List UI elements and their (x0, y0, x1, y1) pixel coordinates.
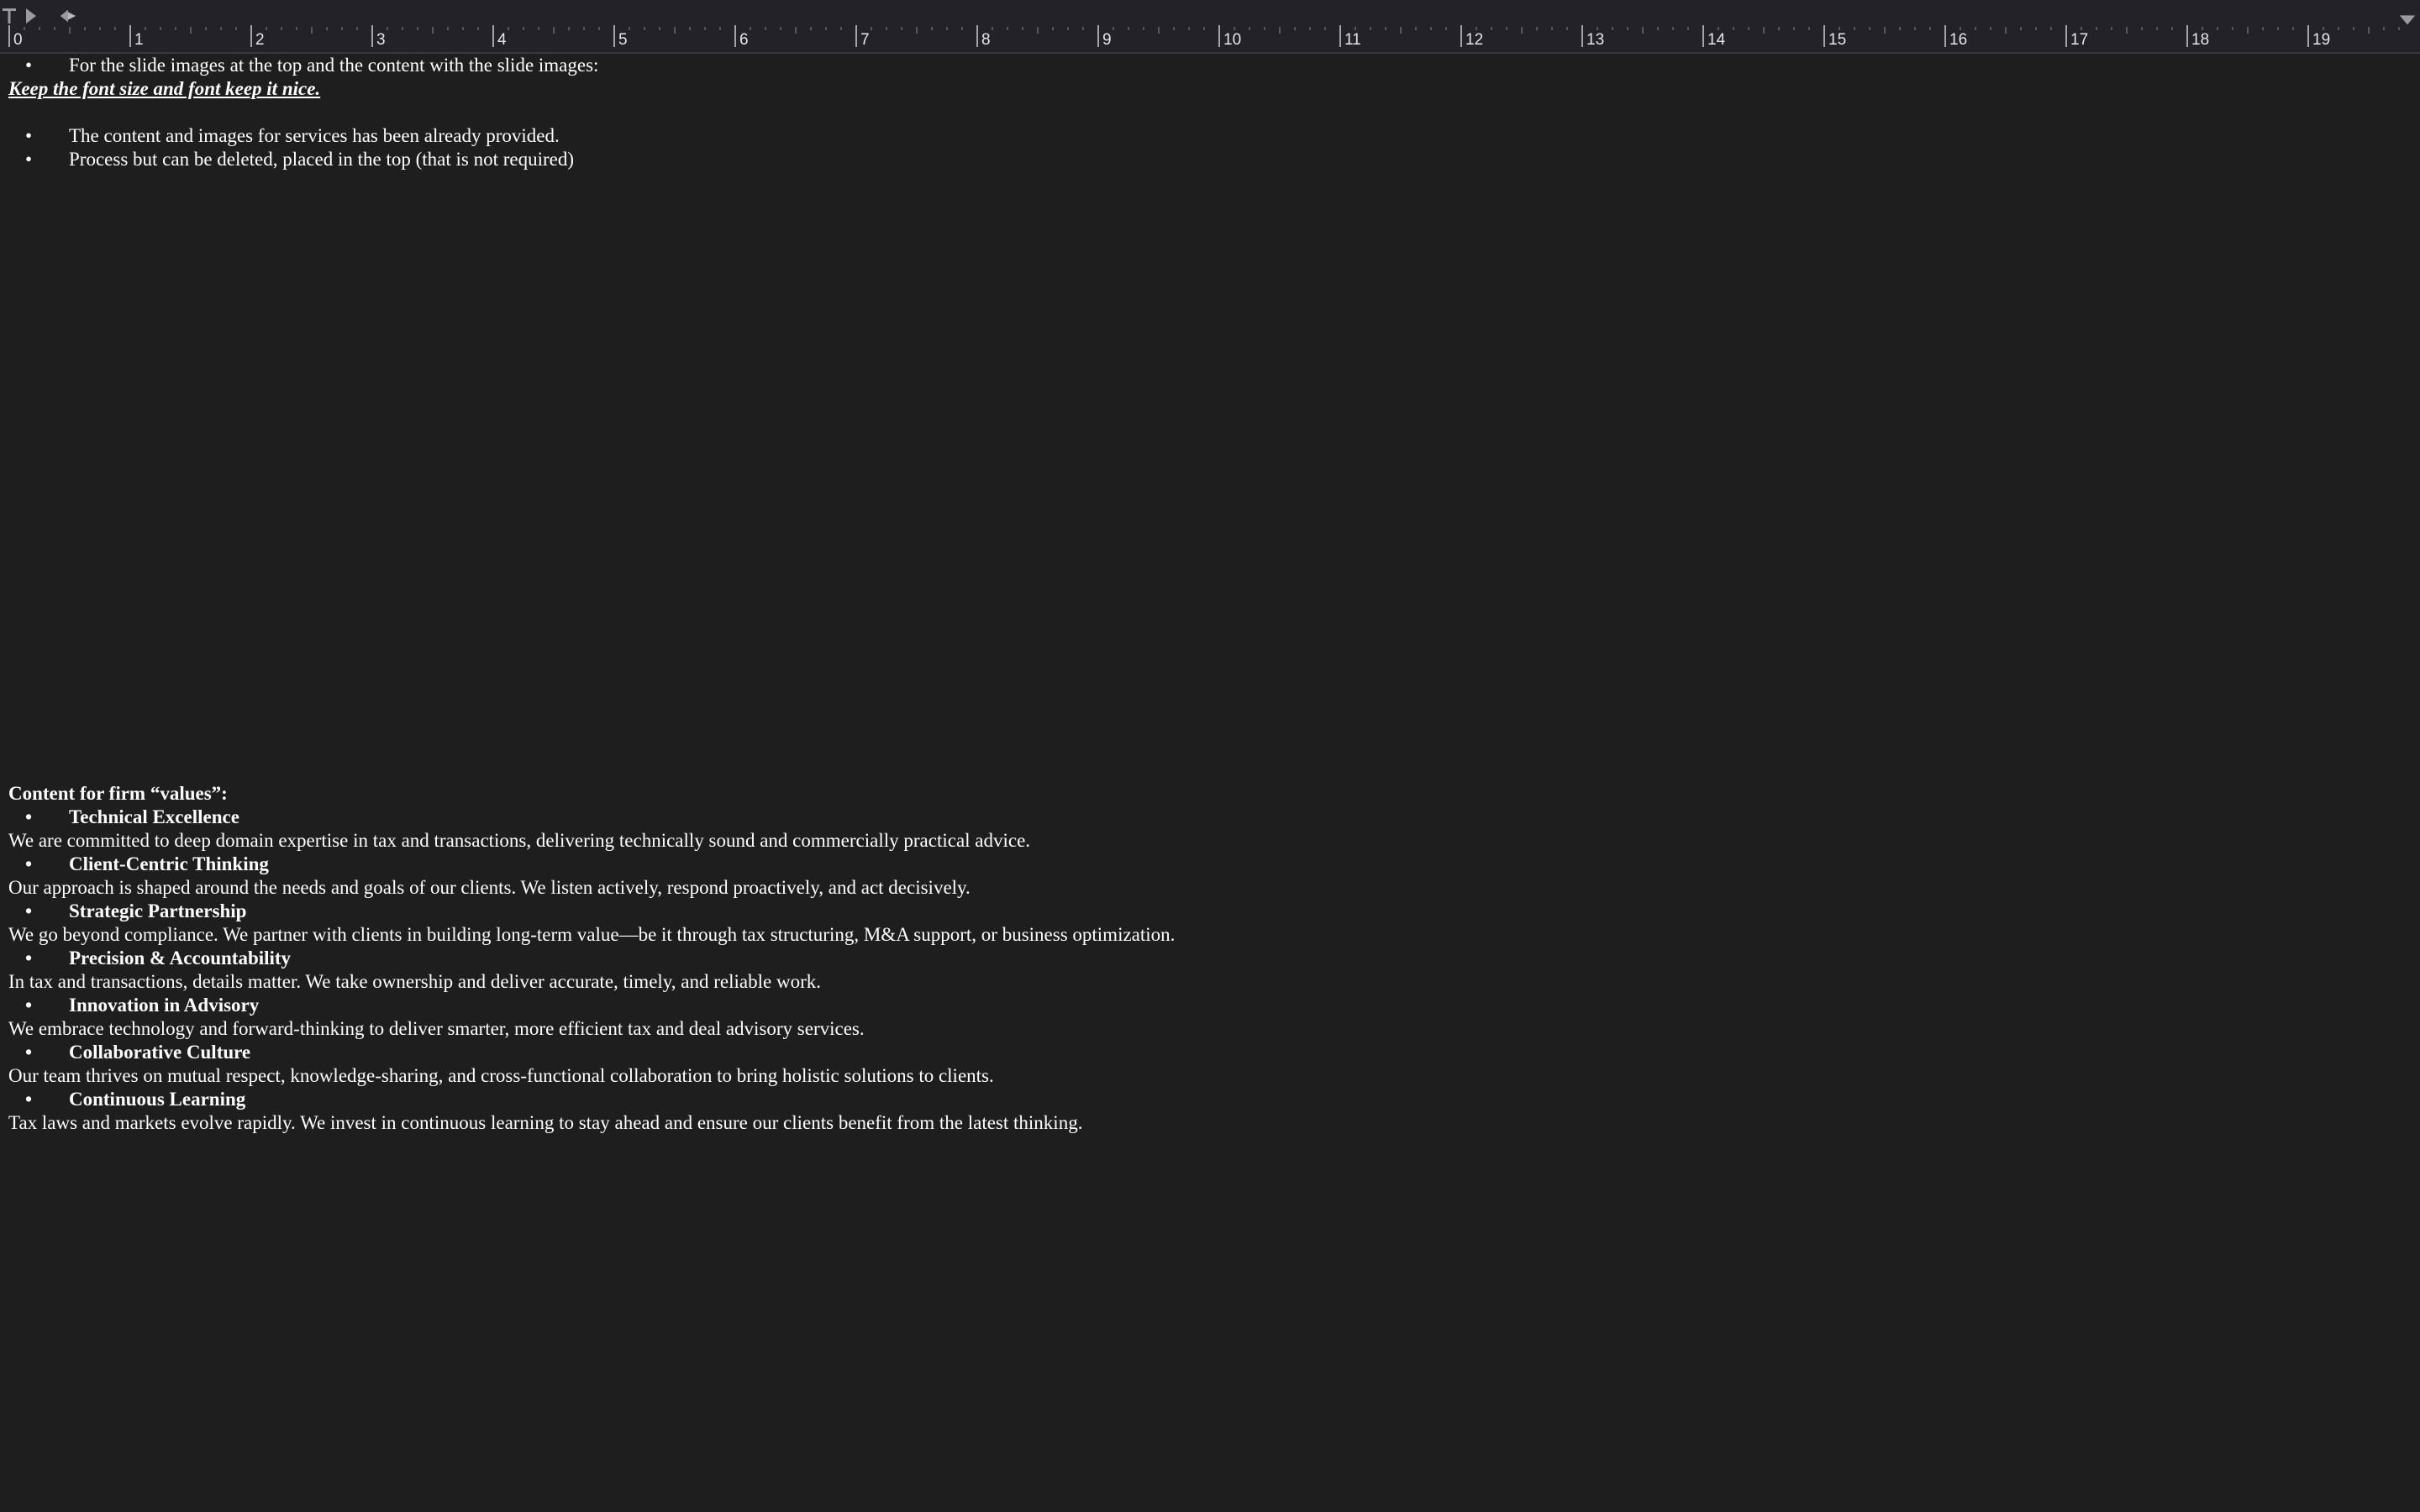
instruction-text: Process but can be deleted, placed in th… (69, 149, 574, 170)
instruction-text: For the slide images at the top and the … (69, 55, 599, 76)
ruler-number: 7 (860, 31, 870, 49)
value-title-text: Strategic Partnership (69, 900, 247, 921)
ruler-number: 13 (1586, 31, 1605, 49)
ruler-number: 19 (2312, 31, 2331, 49)
ruler-number: 3 (376, 31, 386, 49)
ruler-number: 11 (1344, 31, 1361, 49)
bullet: • (25, 1089, 33, 1110)
value-title-text: Continuous Learning (69, 1089, 246, 1110)
bullet: • (25, 149, 33, 170)
ruler-number: 9 (1102, 31, 1112, 49)
ruler-number: 8 (981, 31, 991, 49)
ruler-number: 6 (739, 31, 749, 49)
bullet: • (25, 806, 33, 827)
instruction-note: Keep the font size and font keep it nice… (8, 78, 321, 99)
value-description: We are committed to deep domain expertis… (8, 830, 1031, 851)
ruler-number: 16 (1949, 31, 1968, 49)
value-description: We go beyond compliance. We partner with… (8, 924, 1176, 945)
value-title-text: Precision & Accountability (69, 948, 292, 969)
value-title-text: Client-Centric Thinking (69, 853, 269, 874)
ruler-number: 15 (1828, 31, 1847, 49)
ruler-number: 5 (618, 31, 628, 49)
value-title-text: Collaborative Culture (69, 1042, 251, 1063)
value-title-text: Technical Excellence (69, 806, 239, 827)
instruction-text: The content and images for services has … (69, 125, 560, 146)
value-description: In tax and transactions, details matter.… (8, 971, 821, 992)
ruler-number: 1 (134, 31, 144, 49)
value-description: Our approach is shaped around the needs … (8, 877, 971, 898)
ruler-number: 0 (13, 31, 23, 49)
value-title-text: Innovation in Advisory (69, 995, 260, 1016)
values-heading: Content for firm “values”: (8, 783, 228, 804)
first-line-indent-icon[interactable] (22, 7, 40, 25)
value-description: We embrace technology and forward-thinki… (8, 1018, 865, 1039)
bullet: • (25, 995, 33, 1016)
bullet: • (25, 900, 33, 921)
bullet: • (25, 853, 33, 874)
hanging-indent-icon[interactable] (59, 7, 77, 25)
value-description: Tax laws and markets evolve rapidly. We … (8, 1112, 1083, 1133)
ruler-number: 14 (1707, 31, 1726, 49)
ruler-number: 18 (2191, 31, 2210, 49)
bullet: • (25, 1042, 33, 1063)
bullet: • (25, 55, 33, 76)
ruler[interactable]: 0 1 2 3 4 5 6 7 8 9 10 11 12 13 14 15 16 17 18 19 (0, 0, 2420, 54)
ruler-number: 4 (497, 31, 507, 49)
ruler-number: 2 (255, 31, 265, 49)
ruler-ticks (8, 25, 2400, 47)
value-description: Our team thrives on mutual respect, know… (8, 1065, 994, 1086)
bullet: • (25, 125, 33, 146)
document-body[interactable]: • For the slide images at the top and th… (0, 54, 2420, 1512)
left-tab-icon[interactable] (0, 7, 18, 25)
ruler-number: 10 (1223, 31, 1242, 49)
ruler-number: 17 (2070, 31, 2089, 49)
bullet: • (25, 948, 33, 969)
ruler-number: 12 (1465, 31, 1484, 49)
ruler-scale (0, 25, 2420, 54)
